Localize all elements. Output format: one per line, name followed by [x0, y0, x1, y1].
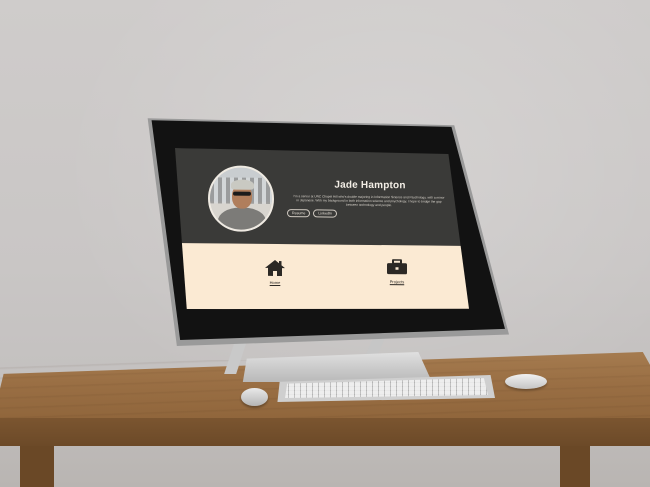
desk-leg-right: [560, 446, 590, 487]
desk-leg-left: [20, 446, 54, 487]
resume-button[interactable]: Resume: [287, 209, 310, 217]
monitor-screen: Jade Hampton I'm a senior at UNC Chapel …: [175, 148, 469, 312]
briefcase-icon: [387, 259, 407, 275]
profile-bio: I'm a senior at UNC Chapel Hill who's do…: [293, 194, 445, 208]
nav-projects[interactable]: Projects: [387, 259, 407, 284]
nav-section: Home Projects: [175, 243, 469, 312]
profile-name: Jade Hampton: [334, 179, 406, 192]
nav-projects-label: Projects: [389, 279, 405, 285]
surface-dial: [241, 388, 268, 406]
website: Jade Hampton I'm a senior at UNC Chapel …: [175, 148, 469, 312]
nav-home[interactable]: Home: [265, 260, 285, 285]
linkedin-button[interactable]: LinkedIn: [313, 209, 337, 217]
mouse: [505, 374, 547, 389]
desk-front: [0, 418, 650, 446]
hero-section: Jade Hampton I'm a senior at UNC Chapel …: [175, 148, 469, 246]
avatar: [208, 165, 274, 232]
nav-home-label: Home: [269, 279, 281, 286]
house-icon: [265, 260, 285, 276]
link-buttons: Resume LinkedIn: [287, 209, 337, 217]
